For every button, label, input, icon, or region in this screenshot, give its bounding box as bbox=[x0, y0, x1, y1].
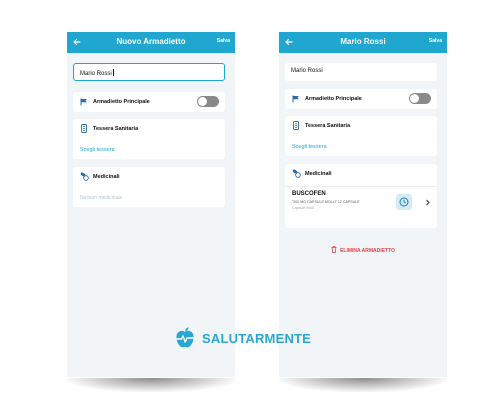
toggle-knob bbox=[410, 94, 419, 103]
pills-icon bbox=[292, 169, 301, 178]
flag-icon bbox=[80, 98, 87, 106]
right-screen-shadow bbox=[279, 378, 447, 392]
health-card-label: Tessera Sanitaria bbox=[305, 123, 351, 129]
left-screen-shadow bbox=[67, 378, 235, 392]
health-card-label: Tessera Sanitaria bbox=[93, 126, 139, 132]
app-bar: Mario Rossi Salva bbox=[279, 32, 447, 53]
brand-name: SALUTARMENTE bbox=[202, 331, 312, 346]
choose-card-link[interactable]: Scegli tessera bbox=[292, 144, 327, 150]
delete-label: ELIMINA ARMADIETTO bbox=[340, 248, 395, 254]
medicines-label: Medicinali bbox=[93, 174, 120, 180]
medicines-section: Medicinali BUSCOFEN "200 MG CAPSULE MOLL… bbox=[285, 164, 437, 228]
cabinet-name-input[interactable]: Mario Rossi bbox=[73, 63, 225, 81]
main-cabinet-toggle[interactable] bbox=[409, 93, 431, 104]
flag-icon bbox=[292, 95, 299, 103]
cabinet-name-input[interactable]: Mario Rossi bbox=[285, 63, 437, 81]
main-cabinet-row: Armadietto Principale bbox=[73, 92, 225, 112]
delete-cabinet-button[interactable]: ELIMINA ARMADIETTO bbox=[279, 246, 447, 254]
medicine-name: BUSCOFEN bbox=[292, 191, 326, 197]
text-caret bbox=[112, 69, 114, 76]
page-title: Nuovo Armadietto bbox=[116, 37, 186, 46]
medicines-label: Medicinali bbox=[305, 171, 332, 177]
medicines-section: Medicinali Nessun medicinale bbox=[73, 167, 225, 207]
app-bar: Nuovo Armadietto Salva bbox=[67, 32, 235, 53]
stage: Nuovo Armadietto Salva Mario Rossi Armad… bbox=[0, 0, 501, 420]
page-title: Mario Rossi bbox=[340, 37, 386, 46]
medicines-empty-text: Nessun medicinale bbox=[80, 195, 123, 201]
medicine-description: "200 MG CAPSULE MOLLI" 12 CAPSULE bbox=[292, 200, 360, 204]
brand-logo: SALUTARMENTE bbox=[172, 325, 342, 351]
main-cabinet-label: Armadietto Principale bbox=[93, 99, 150, 105]
chevron-right-icon[interactable] bbox=[425, 199, 431, 206]
clock-icon bbox=[399, 197, 409, 207]
reminder-button[interactable] bbox=[396, 194, 412, 210]
health-card-icon bbox=[81, 124, 87, 133]
main-cabinet-toggle[interactable] bbox=[197, 96, 219, 107]
choose-card-link[interactable]: Scegli tessera bbox=[80, 147, 115, 153]
main-cabinet-row: Armadietto Principale bbox=[285, 89, 437, 109]
apple-heartbeat-icon bbox=[176, 327, 194, 348]
save-button[interactable]: Salva bbox=[217, 38, 230, 44]
toggle-knob bbox=[198, 97, 207, 106]
trash-icon bbox=[331, 246, 337, 253]
health-card-section: Tessera Sanitaria Scegli tessera bbox=[73, 119, 225, 159]
save-button[interactable]: Salva bbox=[429, 38, 442, 44]
pills-icon bbox=[80, 172, 89, 181]
cabinet-name-value: Mario Rossi bbox=[80, 71, 112, 77]
divider bbox=[285, 186, 437, 187]
main-cabinet-label: Armadietto Principale bbox=[305, 96, 362, 102]
medicine-kind: Capsule molli bbox=[292, 206, 314, 210]
health-card-icon bbox=[293, 121, 299, 130]
health-card-section: Tessera Sanitaria Scegli tessera bbox=[285, 116, 437, 156]
